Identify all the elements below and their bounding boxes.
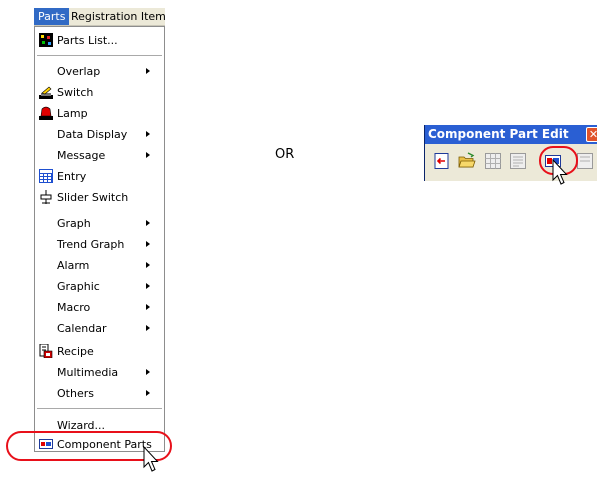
submenu-arrow-icon [146, 369, 150, 375]
menu-item-slider-switch[interactable]: Slider Switch [35, 187, 164, 208]
menu-item-data-display[interactable]: Data Display [35, 124, 164, 145]
menu-item-label: Alarm [57, 259, 90, 272]
menu-item-recipe[interactable]: Recipe [35, 341, 164, 362]
close-icon[interactable]: ✕ [586, 127, 597, 142]
submenu-arrow-icon [146, 304, 150, 310]
submenu-arrow-icon [146, 131, 150, 137]
menu-item-label: Data Display [57, 128, 128, 141]
menu-item-alarm[interactable]: Alarm [35, 255, 164, 276]
menu-item-label: Entry [57, 170, 87, 183]
menu-item-parts-list[interactable]: Parts List... [35, 30, 164, 51]
toolbar-title: Component Part Edit [425, 125, 597, 144]
submenu-arrow-icon [146, 283, 150, 289]
menu-item-label: Overlap [57, 65, 101, 78]
menu-item-trend-graph[interactable]: Trend Graph [35, 234, 164, 255]
parts-menu: Parts List... Overlap Switch Lamp Data D… [34, 26, 165, 452]
menu-item-overlap[interactable]: Overlap [35, 61, 164, 82]
menu-item-label: Multimedia [57, 366, 119, 379]
submenu-arrow-icon [146, 262, 150, 268]
menu-item-multimedia[interactable]: Multimedia [35, 362, 164, 383]
menu-registration-item[interactable]: Registration Item [67, 8, 170, 25]
menu-bar: Parts Registration Item [34, 8, 166, 26]
list-icon[interactable] [509, 152, 527, 170]
import-icon[interactable] [433, 152, 451, 170]
menu-item-lamp[interactable]: Lamp [35, 103, 164, 124]
menu-item-label: Trend Graph [57, 238, 125, 251]
menu-item-others[interactable]: Others [35, 383, 164, 404]
menu-item-label: Parts List... [57, 34, 118, 47]
menu-item-label: Lamp [57, 107, 88, 120]
menu-item-label: Others [57, 387, 94, 400]
submenu-arrow-icon [146, 241, 150, 247]
open-folder-icon[interactable] [458, 152, 476, 170]
partial-icon[interactable] [576, 152, 594, 170]
submenu-arrow-icon [146, 152, 150, 158]
menu-parts[interactable]: Parts [34, 8, 70, 25]
slider-switch-icon [40, 190, 52, 204]
menu-item-label: Recipe [57, 345, 94, 358]
lamp-icon [39, 106, 53, 120]
submenu-arrow-icon [146, 390, 150, 396]
or-label: OR [275, 147, 295, 162]
mouse-pointer-icon [552, 159, 568, 185]
menu-item-label: Calendar [57, 322, 107, 335]
menu-separator [37, 55, 162, 56]
grid-icon[interactable] [484, 152, 502, 170]
menu-item-label: Message [57, 149, 106, 162]
submenu-arrow-icon [146, 220, 150, 226]
menu-item-graphic[interactable]: Graphic [35, 276, 164, 297]
switch-icon [39, 86, 53, 99]
recipe-icon [39, 344, 53, 358]
menu-item-label: Switch [57, 86, 94, 99]
menu-item-message[interactable]: Message [35, 145, 164, 166]
entry-icon [39, 169, 53, 183]
submenu-arrow-icon [146, 68, 150, 74]
menu-item-label: Macro [57, 301, 91, 314]
menu-item-switch[interactable]: Switch [35, 82, 164, 103]
menu-item-graph[interactable]: Graph [35, 213, 164, 234]
menu-item-label: Graphic [57, 280, 100, 293]
parts-list-icon [39, 33, 53, 47]
menu-item-calendar[interactable]: Calendar [35, 318, 164, 339]
mouse-pointer-icon [143, 446, 159, 472]
menu-item-entry[interactable]: Entry [35, 166, 164, 187]
menu-item-macro[interactable]: Macro [35, 297, 164, 318]
menu-item-label: Slider Switch [57, 191, 129, 204]
menu-separator [37, 408, 162, 409]
menu-item-label: Graph [57, 217, 91, 230]
submenu-arrow-icon [146, 325, 150, 331]
